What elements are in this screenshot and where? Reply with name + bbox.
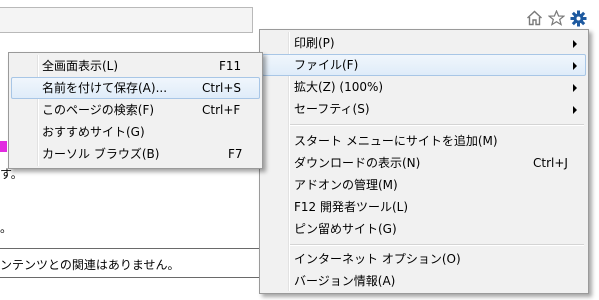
menu-item-label: セーフティ(S) — [294, 102, 370, 116]
menu-item-shortcut: Ctrl+J — [533, 156, 568, 170]
menu-item-label: おすすめサイト(G) — [42, 125, 145, 139]
tools-menu: 印刷(P) ファイル(F) 拡大(Z) (100%) セーフティ(S) スタート… — [259, 29, 589, 294]
menu-item-label: ダウンロードの表示(N) — [294, 156, 421, 170]
menu-item-about[interactable]: バージョン情報(A) — [262, 270, 586, 292]
page-text-2: 。 — [0, 221, 13, 235]
menu-item-internet-options[interactable]: インターネット オプション(O) — [262, 248, 586, 270]
address-bar-fragment[interactable] — [0, 7, 253, 33]
submenu-arrow-icon — [573, 62, 577, 70]
menu-item-shortcut: Ctrl+S — [202, 81, 242, 95]
menu-item-pinned-sites[interactable]: ピン留めサイト(G) — [262, 218, 586, 240]
tools-gear-icon[interactable] — [569, 9, 587, 27]
menu-item-label: スタート メニューにサイトを追加(M) — [294, 134, 498, 148]
menu-item-label: F12 開発者ツール(L) — [294, 200, 409, 214]
menu-item-developer-tools[interactable]: F12 開発者ツール(L) — [262, 196, 586, 218]
menu-item-shortcut: Ctrl+F — [202, 103, 241, 117]
menu-item-label: ファイル(F) — [294, 58, 359, 72]
page-marker — [0, 141, 7, 152]
menu-item-shortcut: F11 — [219, 59, 242, 73]
menu-separator — [290, 244, 584, 246]
menu-item-add-to-start[interactable]: スタート メニューにサイトを追加(M) — [262, 130, 586, 152]
file-submenu: 全画面表示(L) F11 名前を付けて保存(A)... Ctrl+S このページ… — [8, 52, 263, 169]
menu-item-label: インターネット オプション(O) — [294, 252, 461, 266]
menu-item-shortcut: F7 — [228, 147, 243, 161]
menu-item-caret-browsing[interactable]: カーソル ブラウズ(B) F7 — [11, 143, 260, 165]
page-text-3: ンテンツとの関連はありません。 — [0, 258, 180, 272]
menu-item-fullscreen[interactable]: 全画面表示(L) F11 — [11, 55, 260, 77]
menu-item-label: アドオンの管理(M) — [294, 178, 398, 192]
menu-item-print[interactable]: 印刷(P) — [262, 32, 586, 54]
menu-item-safety[interactable]: セーフティ(S) — [262, 98, 586, 120]
menu-item-save-as[interactable]: 名前を付けて保存(A)... Ctrl+S — [11, 77, 260, 99]
menu-item-find-on-page[interactable]: このページの検索(F) Ctrl+F — [11, 99, 260, 121]
menu-item-suggested-sites[interactable]: おすすめサイト(G) — [11, 121, 260, 143]
browser-toolbar-icons — [525, 8, 587, 28]
menu-item-view-downloads[interactable]: ダウンロードの表示(N) Ctrl+J — [262, 152, 586, 174]
menu-item-file[interactable]: ファイル(F) — [262, 54, 586, 76]
favorites-star-icon[interactable] — [547, 9, 565, 27]
menu-item-zoom[interactable]: 拡大(Z) (100%) — [262, 76, 586, 98]
menu-item-label: 名前を付けて保存(A)... — [42, 81, 168, 95]
menu-item-label: 全画面表示(L) — [42, 59, 119, 73]
menu-item-label: 拡大(Z) (100%) — [294, 80, 384, 94]
menu-separator — [290, 124, 584, 126]
menu-item-label: 印刷(P) — [294, 36, 335, 50]
page-divider — [0, 248, 266, 249]
submenu-arrow-icon — [573, 84, 577, 92]
menu-item-label: カーソル ブラウズ(B) — [42, 147, 160, 161]
menu-item-label: バージョン情報(A) — [294, 274, 396, 288]
submenu-arrow-icon — [573, 106, 577, 114]
menu-item-manage-addons[interactable]: アドオンの管理(M) — [262, 174, 586, 196]
submenu-arrow-icon — [573, 40, 577, 48]
page-divider — [0, 277, 266, 278]
menu-item-label: ピン留めサイト(G) — [294, 222, 397, 236]
home-icon[interactable] — [525, 9, 543, 27]
menu-item-label: このページの検索(F) — [42, 103, 155, 117]
